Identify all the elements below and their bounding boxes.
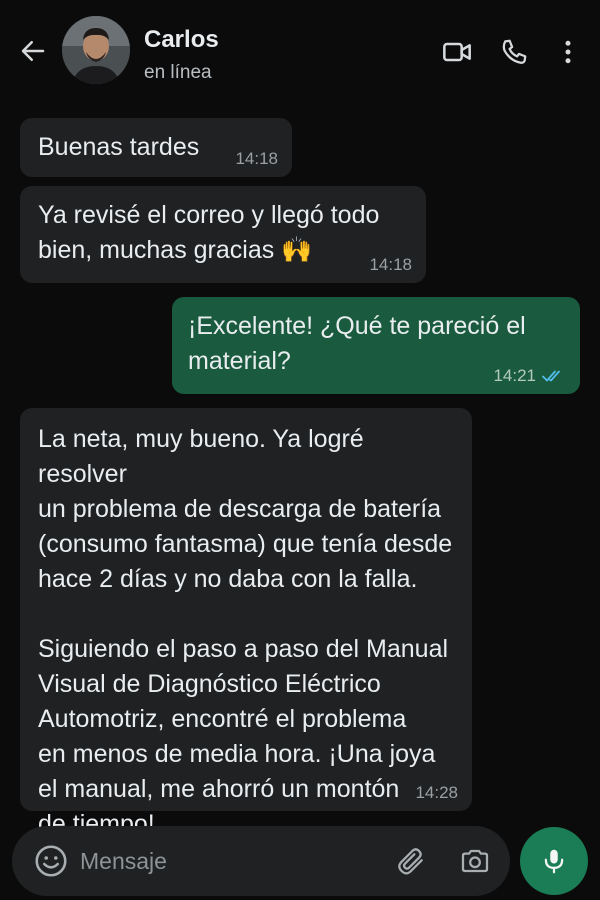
message-time: 14:18 (369, 255, 412, 274)
phone-icon (502, 39, 527, 64)
message-time: 14:28 (415, 783, 458, 802)
paperclip-icon (398, 848, 423, 875)
message-text: Ya revisé el correo y llegó todo bien, m… (38, 201, 380, 264)
message-input[interactable] (80, 840, 380, 882)
camera-button[interactable] (456, 842, 494, 880)
message-bubble-incoming[interactable]: Ya revisé el correo y llegó todo bien, m… (20, 186, 426, 283)
message-bubble-incoming[interactable]: Buenas tardes 14:18 (20, 118, 292, 177)
message-text: La neta, muy bueno. Ya logré resolver un… (38, 425, 453, 838)
attach-button[interactable] (392, 842, 430, 880)
message-composer (12, 826, 510, 896)
message-bubble-outgoing[interactable]: ¡Excelente! ¿Qué te pareció el material?… (172, 297, 580, 394)
video-call-button[interactable] (439, 34, 475, 70)
contact-status: en línea (144, 62, 212, 83)
message-meta: 14:21 (493, 366, 566, 386)
message-meta: 14:28 (415, 783, 458, 803)
contact-name[interactable]: Carlos (144, 26, 219, 54)
avatar[interactable] (62, 16, 130, 84)
double-check-icon (542, 370, 560, 382)
voice-call-button[interactable] (496, 34, 532, 70)
message-time: 14:21 (493, 366, 536, 385)
back-button[interactable] (16, 34, 50, 68)
message-bubble-incoming[interactable]: La neta, muy bueno. Ya logré resolver un… (20, 408, 472, 838)
message-meta: 14:18 (369, 255, 412, 275)
back-arrow-icon (21, 41, 45, 61)
camera-icon (461, 849, 489, 873)
chat-header: Carlos en línea (0, 0, 600, 104)
video-call-icon (443, 42, 471, 62)
message-meta: 14:18 (235, 149, 278, 169)
more-options-button[interactable] (550, 34, 586, 70)
mic-icon (544, 849, 564, 874)
emoji-button[interactable] (32, 842, 70, 880)
voice-message-button[interactable] (520, 827, 588, 895)
message-time: 14:18 (235, 149, 278, 168)
more-vert-icon (565, 40, 571, 64)
emoji-icon (35, 845, 67, 877)
